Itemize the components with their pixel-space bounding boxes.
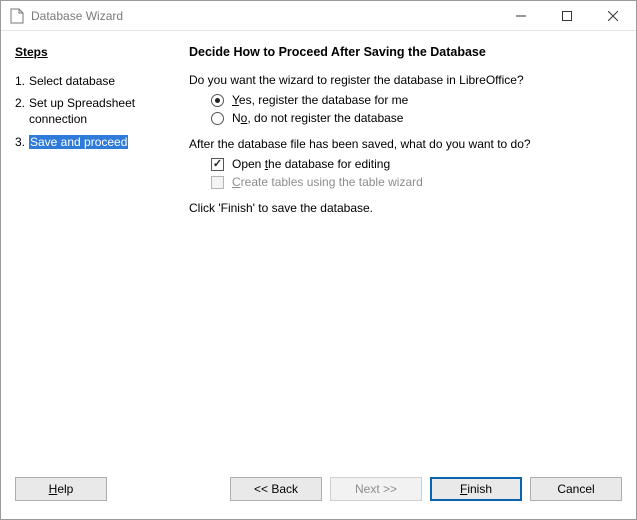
steps-sidebar: Steps 1. Select database 2. Set up Sprea… — [1, 31, 179, 469]
checkbox-icon — [211, 158, 224, 171]
checkbox-create-tables: Create tables using the table wizard — [211, 175, 620, 189]
step-2[interactable]: 2. Set up Spreadsheet connection — [15, 95, 169, 127]
step-3[interactable]: 3. Save and proceed — [15, 134, 169, 150]
radio-register-no[interactable]: No, do not register the database — [211, 111, 620, 125]
radio-icon — [211, 94, 224, 107]
radio-label: No, do not register the database — [232, 111, 403, 125]
step-1[interactable]: 1. Select database — [15, 73, 169, 89]
checkbox-label: Open the database for editing — [232, 157, 390, 171]
footer: Help << Back Next >> Finish Cancel — [1, 469, 636, 519]
step-number: 2. — [15, 95, 29, 127]
steps-heading: Steps — [15, 45, 169, 59]
step-label: Select database — [29, 73, 169, 89]
step-label: Set up Spreadsheet connection — [29, 95, 169, 127]
help-button[interactable]: Help — [15, 477, 107, 501]
next-button: Next >> — [330, 477, 422, 501]
maximize-button[interactable] — [544, 1, 590, 30]
back-button[interactable]: << Back — [230, 477, 322, 501]
finish-button[interactable]: Finish — [430, 477, 522, 501]
titlebar: Database Wizard — [1, 1, 636, 31]
client-area: Steps 1. Select database 2. Set up Sprea… — [1, 31, 636, 519]
main-panel: Decide How to Proceed After Saving the D… — [179, 31, 636, 469]
window-title: Database Wizard — [31, 9, 498, 23]
finish-hint: Click 'Finish' to save the database. — [189, 201, 620, 215]
radio-register-yes[interactable]: Yes, register the database for me — [211, 93, 620, 107]
minimize-button[interactable] — [498, 1, 544, 30]
step-number: 1. — [15, 73, 29, 89]
step-label: Save and proceed — [29, 134, 169, 150]
close-button[interactable] — [590, 1, 636, 30]
checkbox-icon — [211, 176, 224, 189]
window: Database Wizard Steps 1. Select — [0, 0, 637, 520]
body: Steps 1. Select database 2. Set up Sprea… — [1, 31, 636, 469]
step-number: 3. — [15, 134, 29, 150]
checkbox-open-editing[interactable]: Open the database for editing — [211, 157, 620, 171]
register-question: Do you want the wizard to register the d… — [189, 73, 620, 87]
radio-label: Yes, register the database for me — [232, 93, 408, 107]
radio-icon — [211, 112, 224, 125]
checkbox-label: Create tables using the table wizard — [232, 175, 423, 189]
after-save-question: After the database file has been saved, … — [189, 137, 620, 151]
window-controls — [498, 1, 636, 30]
cancel-button[interactable]: Cancel — [530, 477, 622, 501]
app-icon — [9, 8, 25, 24]
page-title: Decide How to Proceed After Saving the D… — [189, 45, 620, 59]
